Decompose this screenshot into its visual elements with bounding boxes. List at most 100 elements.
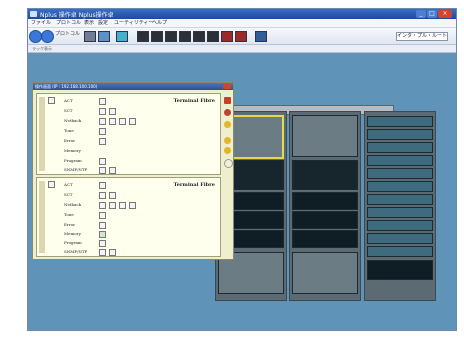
row-label: SNMP/NTP bbox=[64, 249, 88, 254]
status-indicator[interactable] bbox=[99, 167, 106, 174]
menu-file[interactable]: ファイル bbox=[31, 19, 51, 27]
rack-unit[interactable] bbox=[292, 211, 358, 229]
status-indicator[interactable] bbox=[109, 249, 116, 256]
monitor-icon[interactable] bbox=[207, 31, 219, 42]
row-label: Tone bbox=[64, 212, 74, 217]
alarm-icon[interactable] bbox=[221, 31, 233, 42]
row-label: Program bbox=[64, 158, 82, 163]
menu-help[interactable]: ヘルプ bbox=[152, 19, 167, 27]
rack-unit[interactable] bbox=[367, 220, 433, 231]
menu-settings[interactable]: 設定 bbox=[98, 19, 108, 27]
rack-unit[interactable] bbox=[367, 246, 433, 257]
forward-arrow-icon[interactable] bbox=[41, 30, 54, 43]
maximize-button[interactable]: □ bbox=[427, 10, 437, 18]
location-text: ラック表示 bbox=[32, 46, 52, 51]
warning-icon[interactable] bbox=[224, 121, 231, 128]
status-indicator[interactable] bbox=[109, 192, 116, 199]
rack-unit[interactable] bbox=[292, 160, 358, 190]
window-title: Nplus 操作卓 Nplus操作卓 bbox=[40, 12, 114, 19]
row-label: Netback bbox=[64, 202, 82, 207]
rack-unit[interactable] bbox=[367, 260, 433, 280]
status-indicator[interactable] bbox=[99, 222, 106, 229]
status-indicator[interactable] bbox=[99, 240, 106, 247]
device-icon[interactable] bbox=[98, 31, 110, 42]
status-indicator[interactable] bbox=[99, 128, 106, 135]
section-strip bbox=[39, 181, 45, 253]
status-indicator[interactable] bbox=[99, 138, 106, 145]
status-indicator[interactable] bbox=[129, 118, 136, 125]
monitor-icon[interactable] bbox=[193, 31, 205, 42]
status-indicator[interactable] bbox=[119, 202, 126, 209]
rack-unit[interactable] bbox=[367, 194, 433, 205]
section-checkbox[interactable] bbox=[48, 97, 55, 104]
rack-unit[interactable] bbox=[292, 192, 358, 210]
status-indicator[interactable] bbox=[109, 108, 116, 115]
warning-icon[interactable] bbox=[224, 147, 231, 154]
panel-close-button[interactable] bbox=[223, 84, 231, 89]
status-indicator[interactable] bbox=[129, 202, 136, 209]
status-indicator[interactable] bbox=[99, 249, 106, 256]
menu-utility[interactable]: ユーティリティー bbox=[114, 19, 153, 27]
row-label: Error bbox=[64, 222, 76, 227]
warning-icon[interactable] bbox=[224, 137, 231, 144]
section-checkbox[interactable] bbox=[48, 181, 55, 188]
status-indicator[interactable] bbox=[99, 108, 106, 115]
rack-unit[interactable] bbox=[292, 252, 358, 294]
row-label: SCT bbox=[64, 192, 73, 197]
application-window: Nplus 操作卓 Nplus操作卓 _ □ × ファイル プロトコル 表示 設… bbox=[27, 8, 457, 331]
status-indicator[interactable] bbox=[109, 202, 116, 209]
status-indicator[interactable] bbox=[109, 167, 116, 174]
monitor-icon[interactable] bbox=[151, 31, 163, 42]
row-label: Error bbox=[64, 138, 76, 143]
status-indicator[interactable] bbox=[119, 118, 126, 125]
info-icon[interactable] bbox=[224, 159, 233, 168]
rack-unit[interactable] bbox=[367, 116, 433, 127]
rack-unit[interactable] bbox=[292, 230, 358, 248]
monitor-icon[interactable] bbox=[137, 31, 149, 42]
status-indicator[interactable] bbox=[99, 192, 106, 199]
row-label: SCT bbox=[64, 108, 73, 113]
rack-unit[interactable] bbox=[367, 129, 433, 140]
row-label: SNMP/NTP bbox=[64, 167, 88, 172]
rack-3[interactable] bbox=[364, 111, 436, 301]
export-icon[interactable] bbox=[255, 31, 267, 42]
rack-unit[interactable] bbox=[367, 207, 433, 218]
menu-view[interactable]: 表示 bbox=[84, 19, 94, 27]
section-title: Terminal Fibre bbox=[173, 182, 215, 188]
status-indicator[interactable] bbox=[99, 202, 106, 209]
panel-title-bar[interactable]: 操作画面 (IP : 192.168.100.100) bbox=[33, 83, 233, 90]
record-button-icon[interactable] bbox=[224, 97, 231, 104]
status-indicator[interactable] bbox=[99, 182, 106, 189]
row-label: Memory bbox=[64, 231, 81, 236]
monitor-icon[interactable] bbox=[165, 31, 177, 42]
status-indicator[interactable] bbox=[99, 231, 106, 238]
monitor-icon[interactable] bbox=[179, 31, 191, 42]
status-indicator[interactable] bbox=[99, 118, 106, 125]
section-strip bbox=[39, 97, 45, 171]
row-label: Memory bbox=[64, 148, 81, 153]
toolbar: プロトコル インタ・プル・ルート bbox=[28, 28, 456, 45]
save-icon[interactable] bbox=[116, 31, 128, 42]
stop-button-icon[interactable] bbox=[224, 109, 231, 116]
row-label: ACT bbox=[64, 98, 73, 103]
menu-protocol[interactable]: プロトコル bbox=[56, 19, 81, 27]
rack-unit[interactable] bbox=[367, 168, 433, 179]
rack-icon[interactable] bbox=[84, 31, 96, 42]
rack-unit[interactable] bbox=[292, 115, 358, 157]
status-indicator[interactable] bbox=[109, 118, 116, 125]
close-button[interactable]: × bbox=[438, 10, 452, 18]
alarm-icon[interactable] bbox=[235, 31, 247, 42]
rack-2[interactable] bbox=[289, 111, 361, 301]
location-bar: ラック表示 bbox=[28, 45, 456, 53]
status-indicator[interactable] bbox=[99, 212, 106, 219]
rack-unit[interactable] bbox=[367, 155, 433, 166]
status-indicator[interactable] bbox=[99, 98, 106, 105]
rack-unit[interactable] bbox=[367, 181, 433, 192]
operation-panel[interactable]: 操作画面 (IP : 192.168.100.100) Terminal Fib… bbox=[32, 82, 234, 260]
panel-title: 操作画面 (IP : 192.168.100.100) bbox=[35, 84, 98, 89]
minimize-button[interactable]: _ bbox=[416, 10, 426, 18]
rack-unit[interactable] bbox=[367, 142, 433, 153]
status-indicator[interactable] bbox=[99, 158, 106, 165]
rack-unit[interactable] bbox=[367, 233, 433, 244]
view-selector[interactable]: インタ・プル・ルート bbox=[396, 32, 448, 41]
